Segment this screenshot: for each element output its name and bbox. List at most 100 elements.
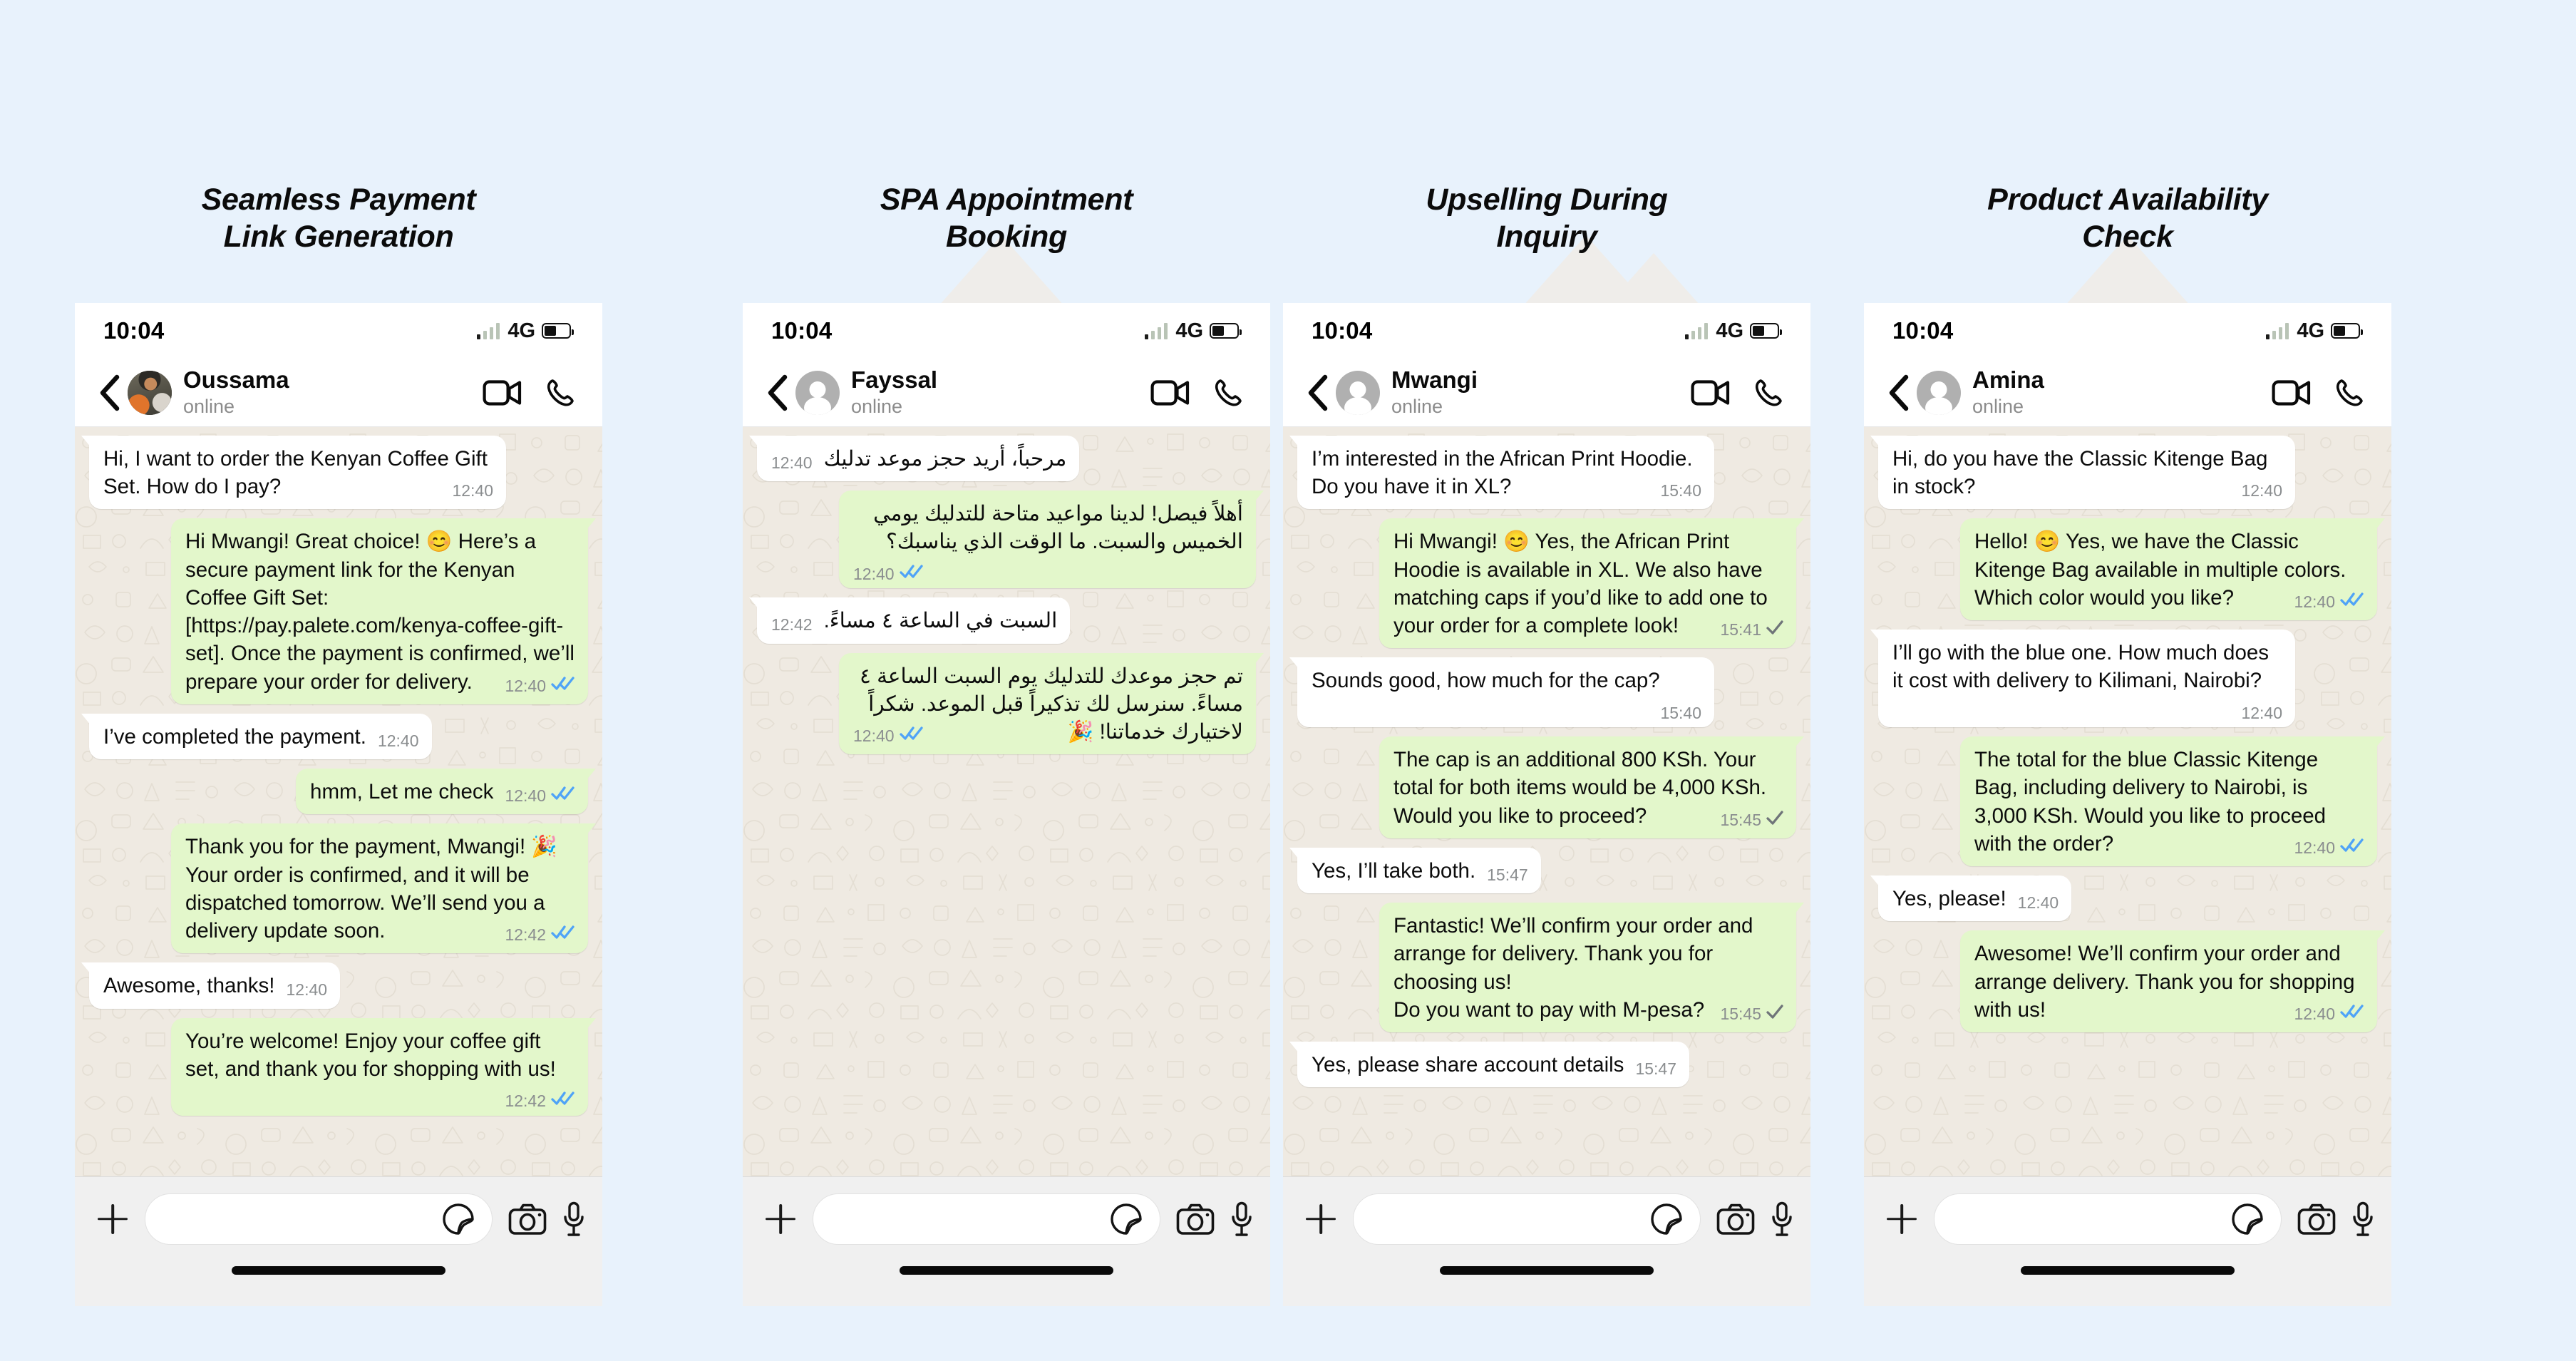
message-timestamp: 15:40	[1660, 481, 1701, 500]
panel-title-line-2: Inquiry	[1496, 220, 1597, 255]
outgoing-message-bubble[interactable]: Fantastic! We’ll confirm your order and …	[1379, 903, 1804, 1033]
incoming-message-bubble[interactable]: I’ll go with the blue one. How much does…	[1870, 630, 2295, 728]
outgoing-message-bubble[interactable]: Thank you for the payment, Mwangi! 🎉 You…	[171, 823, 596, 954]
microphone-icon[interactable]	[562, 1201, 585, 1237]
back-button[interactable]	[1882, 374, 1914, 412]
incoming-message-bubble[interactable]: Hi, I want to order the Kenyan Coffee Gi…	[81, 436, 506, 510]
message-meta: 15:41	[1720, 619, 1783, 641]
back-button[interactable]	[761, 374, 793, 412]
outgoing-message-bubble[interactable]: Hello! 😊 Yes, we have the Classic Kiteng…	[1960, 518, 2385, 621]
video-camera-icon[interactable]	[483, 379, 522, 407]
panel-title: Seamless Payment Link Generation	[32, 181, 645, 256]
microphone-icon[interactable]	[2351, 1201, 2374, 1237]
panel-title-line-2: Check	[2082, 220, 2173, 255]
message-input[interactable]	[813, 1193, 1160, 1245]
sticker-icon[interactable]	[1110, 1203, 1143, 1236]
message-meta: 12:40	[771, 452, 813, 474]
phone-mockup: 10:04 4G Mwangi online I’m interested in the…	[1283, 303, 1810, 1306]
message-input[interactable]	[1934, 1193, 2282, 1245]
sticker-icon[interactable]	[1650, 1203, 1683, 1236]
outgoing-message-bubble[interactable]: Hi Mwangi! 😊 Yes, the African Print Hood…	[1379, 518, 1804, 649]
battery-icon	[542, 323, 574, 339]
incoming-message-bubble[interactable]: Yes, I’ll take both. 15:47	[1289, 847, 1541, 894]
read-receipt-double-check-icon	[899, 563, 924, 585]
incoming-message-bubble[interactable]: Yes, please share account details 15:47	[1289, 1042, 1689, 1088]
incoming-message-bubble[interactable]: Awesome, thanks! 12:40	[81, 962, 341, 1009]
outgoing-message-bubble[interactable]: تم حجز موعدك للتدليك يوم السبت الساعة ٤ …	[839, 652, 1264, 755]
contact-presence: online	[183, 395, 235, 417]
chat-header: Mwangi online	[1283, 359, 1810, 427]
messages-container: مرحباً، أريد حجز موعد تدليك 12:40 أهلاً في…	[743, 427, 1270, 771]
plus-icon[interactable]	[764, 1203, 797, 1236]
message-timestamp: 12:42	[505, 925, 546, 945]
camera-icon[interactable]	[1716, 1203, 1755, 1236]
video-camera-icon[interactable]	[1150, 379, 1190, 407]
video-camera-icon[interactable]	[2272, 379, 2312, 407]
sticker-icon[interactable]	[442, 1203, 475, 1236]
phone-mockup: 10:04 4G Oussama online Hi, I want to order …	[75, 303, 602, 1306]
message-meta: 12:40	[2294, 1003, 2364, 1025]
incoming-message-bubble[interactable]: I’ve completed the payment. 12:40	[81, 713, 432, 760]
message-text: Hi, I want to order the Kenyan Coffee Gi…	[103, 447, 494, 499]
incoming-message-bubble[interactable]: Sounds good, how much for the cap? 15:40	[1289, 657, 1714, 728]
incoming-message-bubble[interactable]: Yes, please! 12:40	[1870, 875, 2072, 922]
message-meta: 15:45	[1720, 809, 1783, 831]
status-bar: 10:04 4G	[75, 303, 602, 359]
message-meta: 15:47	[1487, 864, 1528, 886]
contact-info[interactable]: Amina online	[1972, 366, 2262, 419]
message-row: Sounds good, how much for the cap? 15:40	[1283, 657, 1810, 728]
signal-bars-icon	[2265, 322, 2289, 339]
status-indicators: 4G	[2265, 319, 2363, 343]
battery-icon	[1210, 323, 1242, 339]
contact-info[interactable]: Oussama online	[183, 366, 473, 419]
message-row: Hi Mwangi! 😊 Yes, the African Print Hood…	[1283, 518, 1810, 649]
incoming-message-bubble[interactable]: Hi, do you have the Classic Kitenge Bag …	[1870, 436, 2295, 510]
plus-icon[interactable]	[1885, 1203, 1918, 1236]
message-list[interactable]: I’m interested in the African Print Hood…	[1283, 427, 1810, 1176]
phone-icon[interactable]	[1755, 377, 1785, 409]
incoming-message-bubble[interactable]: I’m interested in the African Print Hood…	[1289, 436, 1714, 510]
outgoing-message-bubble[interactable]: The cap is an additional 800 KSh. Your t…	[1379, 736, 1804, 838]
message-input[interactable]	[145, 1193, 493, 1245]
avatar[interactable]	[128, 370, 172, 415]
back-button[interactable]	[1302, 374, 1333, 412]
camera-icon[interactable]	[508, 1203, 547, 1236]
phone-icon[interactable]	[547, 377, 577, 409]
microphone-icon[interactable]	[1771, 1201, 1793, 1237]
message-meta: 12:40	[2241, 480, 2282, 502]
message-list[interactable]: Hi, do you have the Classic Kitenge Bag …	[1864, 427, 2391, 1176]
sent-receipt-check-icon	[1766, 1003, 1783, 1025]
message-text: The cap is an additional 800 KSh. Your t…	[1393, 748, 1773, 828]
avatar[interactable]	[1917, 370, 1961, 415]
messages-container: Hi, do you have the Classic Kitenge Bag …	[1864, 427, 2391, 1049]
outgoing-message-bubble[interactable]: Awesome! We’ll confirm your order and ar…	[1960, 930, 2385, 1033]
video-camera-icon[interactable]	[1691, 379, 1731, 407]
message-meta: 12:40	[505, 675, 575, 697]
back-button[interactable]	[93, 374, 125, 412]
message-row: Awesome! We’ll confirm your order and ar…	[1864, 930, 2391, 1033]
message-text: The total for the blue Classic Kitenge B…	[1974, 748, 2332, 856]
outgoing-message-bubble[interactable]: You’re welcome! Enjoy your coffee gift s…	[171, 1017, 596, 1116]
avatar[interactable]	[795, 370, 840, 415]
contact-info[interactable]: Fayssal online	[851, 366, 1140, 419]
outgoing-message-bubble[interactable]: hmm, Let me check 12:40	[296, 769, 596, 815]
message-meta: 12:42	[505, 924, 575, 946]
message-input[interactable]	[1353, 1193, 1701, 1245]
contact-info[interactable]: Mwangi online	[1391, 366, 1681, 419]
incoming-message-bubble[interactable]: السبت في الساعة ٤ مساءً. 12:42	[748, 597, 1071, 644]
avatar[interactable]	[1336, 370, 1380, 415]
phone-icon[interactable]	[2336, 377, 2366, 409]
camera-icon[interactable]	[2297, 1203, 2336, 1236]
message-list[interactable]: مرحباً، أريد حجز موعد تدليك 12:40 أهلاً في…	[743, 427, 1270, 1176]
outgoing-message-bubble[interactable]: The total for the blue Classic Kitenge B…	[1960, 736, 2385, 867]
outgoing-message-bubble[interactable]: أهلاً فيصل! لدينا مواعيد متاحة للتدليك ي…	[839, 491, 1264, 589]
message-row: The total for the blue Classic Kitenge B…	[1864, 736, 2391, 867]
sticker-icon[interactable]	[2231, 1203, 2264, 1236]
message-meta: 12:40	[452, 480, 493, 502]
message-list[interactable]: Hi, I want to order the Kenyan Coffee Gi…	[75, 427, 602, 1176]
plus-icon[interactable]	[1304, 1203, 1337, 1236]
incoming-message-bubble[interactable]: مرحباً، أريد حجز موعد تدليك 12:40	[748, 436, 1080, 482]
outgoing-message-bubble[interactable]: Hi Mwangi! Great choice! 😊 Here’s a secu…	[171, 518, 596, 704]
plus-icon[interactable]	[96, 1203, 129, 1236]
camera-icon[interactable]	[1176, 1203, 1215, 1236]
